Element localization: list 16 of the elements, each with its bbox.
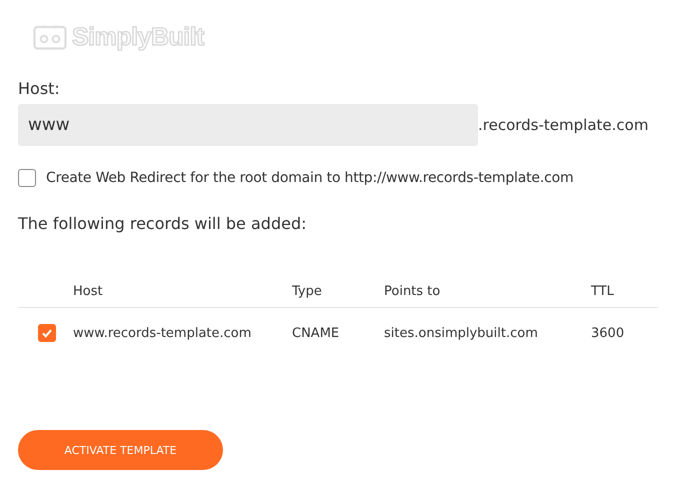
column-header: TTL <box>591 284 615 298</box>
domain-suffix: .records-template.com <box>478 116 648 134</box>
redirect-label: Create Web Redirect for the root domain to http://www.records-template.com <box>46 170 574 186</box>
column-header: Host <box>73 284 104 298</box>
host-label: Host: <box>18 79 61 98</box>
table-cell-text: 3600 <box>591 326 626 340</box>
records-heading: The following records will be added: <box>18 214 308 233</box>
table-cell-text: sites.onsimplybuilt.com <box>384 326 539 340</box>
table-cell-text: CNAME <box>292 326 340 340</box>
redirect-checkbox[interactable] <box>18 169 36 187</box>
table-cell-text: www.records-template.com <box>73 326 252 340</box>
record-checkbox[interactable] <box>38 324 56 342</box>
logo-icon <box>33 24 67 50</box>
column-header: Points to <box>384 284 442 298</box>
column-header: Type <box>292 284 323 298</box>
host-field[interactable]: www <box>18 104 478 146</box>
